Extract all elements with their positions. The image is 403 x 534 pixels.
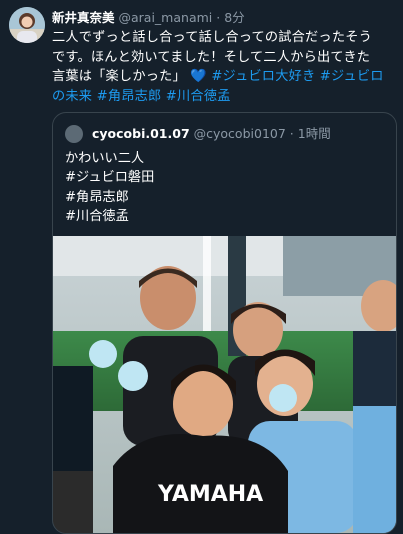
quote-header: cyocobi.01.07 @cyocobi0107 · 1時間 bbox=[65, 124, 386, 144]
tweet-text-segment: 言葉は「楽しかった」 bbox=[52, 69, 186, 84]
quote-photo[interactable]: YAMAHA bbox=[53, 236, 396, 533]
quoted-tweet[interactable]: cyocobi.01.07 @cyocobi0107 · 1時間 かわいい二人 … bbox=[52, 112, 397, 534]
author-handle[interactable]: @arai_manami bbox=[119, 10, 213, 25]
tweet-text: 二人でずっと話し合って話し合っての試合だったそう です。ほんと効いてました！そし… bbox=[52, 28, 398, 106]
quote-text: かわいい二人 #ジュビロ磐田 #角昂志郎 #川合徳孟 bbox=[65, 149, 385, 226]
hashtag-link[interactable]: #ジュビロ大好き bbox=[211, 69, 315, 84]
blue-heart-icon: 💙 bbox=[190, 69, 207, 84]
hashtag-link[interactable]: #ジュビロ bbox=[320, 69, 384, 84]
author-name[interactable]: 新井真奈美 bbox=[52, 10, 115, 25]
quote-hashtag: #川合徳孟 bbox=[65, 208, 129, 224]
tweet-text-line: 言葉は「楽しかった」 💙 #ジュビロ大好き #ジュビロ bbox=[52, 67, 398, 87]
quote-author-handle[interactable]: @cyocobi0107 bbox=[194, 126, 286, 141]
quote-hashtag: #ジュビロ磐田 bbox=[65, 170, 155, 186]
quote-time[interactable]: 1時間 bbox=[298, 126, 331, 141]
quote-author-name[interactable]: cyocobi.01.07 bbox=[92, 126, 190, 141]
hashtag-link-cont[interactable]: の未来 bbox=[52, 89, 92, 104]
hashtag-link[interactable]: #角昂志郎 bbox=[97, 89, 162, 104]
time-separator: · bbox=[216, 10, 221, 25]
quote-hashtag: #角昂志郎 bbox=[65, 189, 129, 205]
tweet-text-line: です。ほんと効いてました！そして二人から出てきた bbox=[52, 49, 371, 65]
quote-avatar[interactable] bbox=[65, 124, 83, 143]
hashtag-link[interactable]: #川合徳孟 bbox=[166, 89, 231, 104]
author-avatar[interactable] bbox=[9, 7, 45, 43]
jersey-sponsor-text: YAMAHA bbox=[157, 482, 263, 507]
tweet-header: 新井真奈美 @arai_manami · 8分 bbox=[52, 8, 395, 28]
avatar-image bbox=[9, 7, 45, 43]
quote-time-separator: · bbox=[289, 126, 294, 141]
tweet-text-line: の未来 #角昂志郎 #川合徳孟 bbox=[52, 87, 398, 107]
tweet-time[interactable]: 8分 bbox=[224, 10, 244, 25]
tweet-text-line: 二人でずっと話し合って話し合っての試合だったそう bbox=[52, 30, 372, 45]
quote-text-line: かわいい二人 bbox=[65, 151, 145, 166]
